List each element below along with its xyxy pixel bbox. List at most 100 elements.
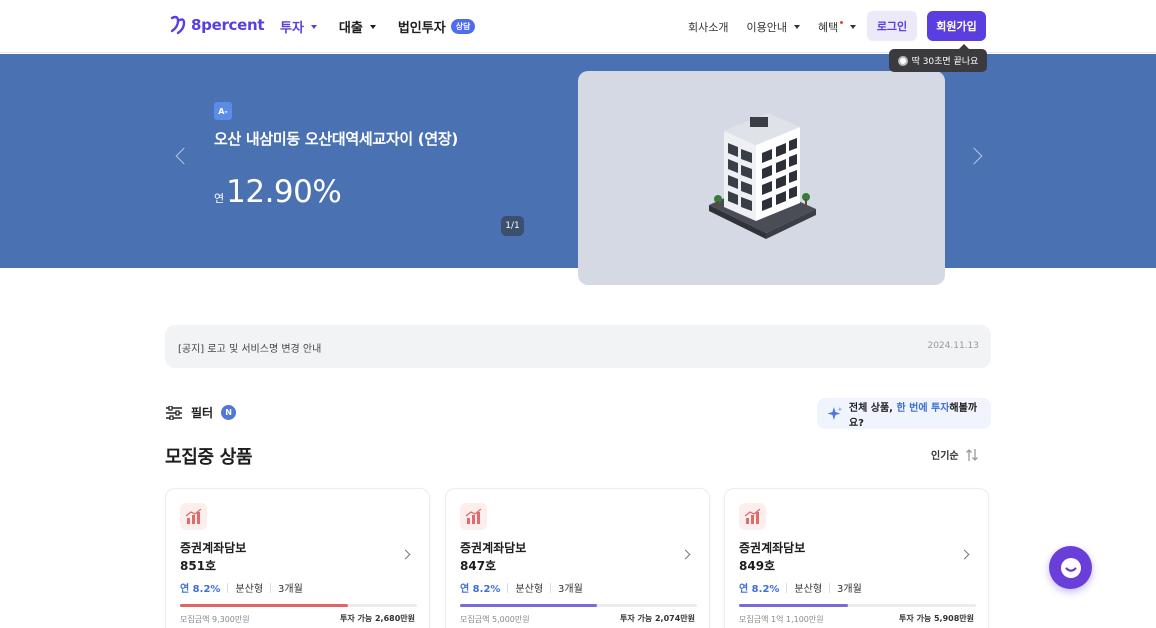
nav-loan-label: 대출 bbox=[338, 21, 363, 36]
invest-all-promo-button[interactable]: 전체 상품, 한 번에 투자해볼까요? bbox=[817, 398, 991, 429]
meta-divider bbox=[507, 582, 509, 593]
top-header: 8percent 투자 대출 법인투자 상담 회사소개 이용안내 혜택 로그인 … bbox=[0, 0, 1156, 53]
progress-fill bbox=[180, 604, 349, 607]
meta-divider bbox=[550, 582, 552, 593]
card-number: 847호 bbox=[460, 559, 497, 573]
chevron-right-icon[interactable] bbox=[965, 147, 983, 165]
chat-button[interactable] bbox=[1049, 546, 1092, 589]
section-title: 모집중 상품 bbox=[165, 447, 253, 468]
card-rate: 연 8.2% bbox=[460, 584, 501, 595]
available-amount: 투자 가능 5,908만원 bbox=[898, 614, 974, 623]
nav-guide[interactable]: 이용안내 bbox=[746, 19, 800, 35]
chevron-right-icon bbox=[400, 549, 411, 560]
brand-logo[interactable]: 8percent bbox=[169, 15, 265, 35]
nav-invest-label: 투자 bbox=[280, 21, 304, 36]
consult-badge: 상담 bbox=[450, 19, 476, 34]
meta-divider bbox=[227, 582, 229, 593]
card-kind: 분산형 bbox=[235, 584, 264, 595]
nav-benefits-label: 혜택 bbox=[817, 21, 839, 34]
notice-date: 2024.11.13 bbox=[927, 341, 979, 351]
raised-amount: 모집금액 1억 1,100만원 bbox=[739, 615, 824, 624]
available-amount: 투자 가능 2,680만원 bbox=[339, 614, 415, 623]
card-type: 증권계좌담보 bbox=[460, 541, 527, 555]
new-badge: N bbox=[221, 405, 237, 420]
rate-prefix: 연 bbox=[214, 192, 225, 205]
sliders-icon bbox=[166, 405, 182, 420]
building-illustration bbox=[578, 71, 945, 285]
chat-bubble-icon bbox=[1060, 557, 1081, 578]
promo-text: 전체 상품, 한 번에 투자해볼까요? bbox=[849, 399, 991, 429]
meta-divider bbox=[829, 582, 831, 593]
card-meta: 연 8.2% 분산형 3개월 bbox=[180, 580, 303, 595]
signup-tooltip: 딱 30초면 끝나요 bbox=[889, 44, 987, 72]
sparkle-icon bbox=[827, 406, 843, 420]
product-card[interactable]: 증권계좌담보 849호 연 8.2% 분산형 3개월 모집금액 1억 1,100… bbox=[724, 488, 989, 628]
raised-amount: 모집금액 9,300만원 bbox=[180, 615, 250, 624]
promo-text-part1: 전체 상품, bbox=[848, 402, 897, 414]
card-meta: 연 8.2% 분산형 3개월 bbox=[460, 580, 583, 595]
card-type: 증권계좌담보 bbox=[180, 541, 247, 555]
login-button[interactable]: 로그인 bbox=[867, 11, 917, 41]
logo-mark-icon bbox=[170, 15, 186, 35]
card-term: 3개월 bbox=[837, 584, 862, 595]
filter-button[interactable]: 필터 N bbox=[165, 404, 237, 421]
card-number: 851호 bbox=[180, 559, 217, 573]
sort-arrows-icon bbox=[965, 448, 978, 461]
notice-bar[interactable]: [공지] 로고 및 서비스명 변경 안내 2024.11.13 bbox=[165, 325, 991, 368]
chevron-right-icon bbox=[680, 549, 691, 560]
chevron-down-icon bbox=[850, 25, 857, 29]
raised-amount: 모집금액 5,000만원 bbox=[460, 615, 530, 624]
hero-rate: 연 12.90% bbox=[214, 174, 342, 210]
nav-corporate-invest[interactable]: 법인투자 상담 bbox=[398, 17, 476, 36]
hero-title: 오산 내삼미동 오산대역세교자이 (연장) bbox=[214, 130, 458, 148]
new-dot-icon bbox=[840, 20, 844, 24]
progress-bar bbox=[739, 604, 976, 607]
sort-dropdown[interactable]: 인기순 bbox=[931, 447, 979, 462]
utility-nav: 회사소개 이용안내 혜택 bbox=[688, 19, 857, 35]
chevron-down-icon bbox=[369, 24, 376, 29]
chevron-left-icon[interactable] bbox=[175, 147, 193, 165]
progress-bar bbox=[460, 604, 697, 607]
nav-loan[interactable]: 대출 bbox=[339, 17, 376, 36]
main-nav: 투자 대출 법인투자 상담 bbox=[280, 17, 476, 36]
progress-fill bbox=[460, 604, 598, 607]
nav-guide-label: 이용안내 bbox=[746, 21, 787, 34]
signup-button[interactable]: 회원가입 bbox=[927, 11, 986, 41]
card-kind: 분산형 bbox=[794, 584, 823, 595]
card-term: 3개월 bbox=[278, 584, 303, 595]
product-card[interactable]: 증권계좌담보 851호 연 8.2% 분산형 3개월 모집금액 9,300만원 … bbox=[165, 488, 430, 628]
slide-pager: 1/1 bbox=[501, 216, 524, 236]
card-type: 증권계좌담보 bbox=[739, 541, 806, 555]
promo-highlight: 한 번에 투자 bbox=[896, 402, 950, 414]
notice-text: [공지] 로고 및 서비스명 변경 안내 bbox=[178, 344, 322, 355]
card-kind: 분산형 bbox=[515, 584, 544, 595]
chevron-down-icon bbox=[793, 25, 800, 29]
chart-growth-icon bbox=[739, 503, 766, 530]
nav-invest[interactable]: 투자 bbox=[280, 17, 317, 36]
product-card[interactable]: 증권계좌담보 847호 연 8.2% 분산형 3개월 모집금액 5,000만원 … bbox=[445, 488, 710, 628]
meta-divider bbox=[270, 582, 272, 593]
progress-bar bbox=[180, 604, 417, 607]
available-amount: 투자 가능 2,074만원 bbox=[619, 614, 695, 623]
clock-icon bbox=[897, 55, 908, 66]
sort-label: 인기순 bbox=[931, 451, 959, 462]
chart-growth-icon bbox=[180, 503, 207, 530]
nav-company-label: 회사소개 bbox=[688, 21, 729, 34]
brand-name: 8percent bbox=[191, 16, 265, 34]
nav-corporate-label: 법인투자 bbox=[397, 21, 446, 36]
tooltip-text: 딱 30초면 끝나요 bbox=[911, 57, 979, 67]
progress-fill bbox=[739, 604, 849, 607]
nav-company[interactable]: 회사소개 bbox=[688, 19, 728, 35]
card-rate: 연 8.2% bbox=[180, 584, 221, 595]
card-number: 849호 bbox=[739, 559, 776, 573]
nav-benefits[interactable]: 혜택 bbox=[817, 19, 857, 35]
rate-value: 12.90% bbox=[226, 174, 342, 210]
grade-badge: A- bbox=[214, 102, 232, 120]
card-rate: 연 8.2% bbox=[739, 584, 780, 595]
card-term: 3개월 bbox=[558, 584, 583, 595]
building-icon bbox=[709, 113, 816, 239]
filter-label: 필터 bbox=[191, 406, 214, 420]
chevron-down-icon bbox=[310, 24, 317, 29]
chart-growth-icon bbox=[460, 503, 487, 530]
chevron-right-icon bbox=[959, 549, 970, 560]
